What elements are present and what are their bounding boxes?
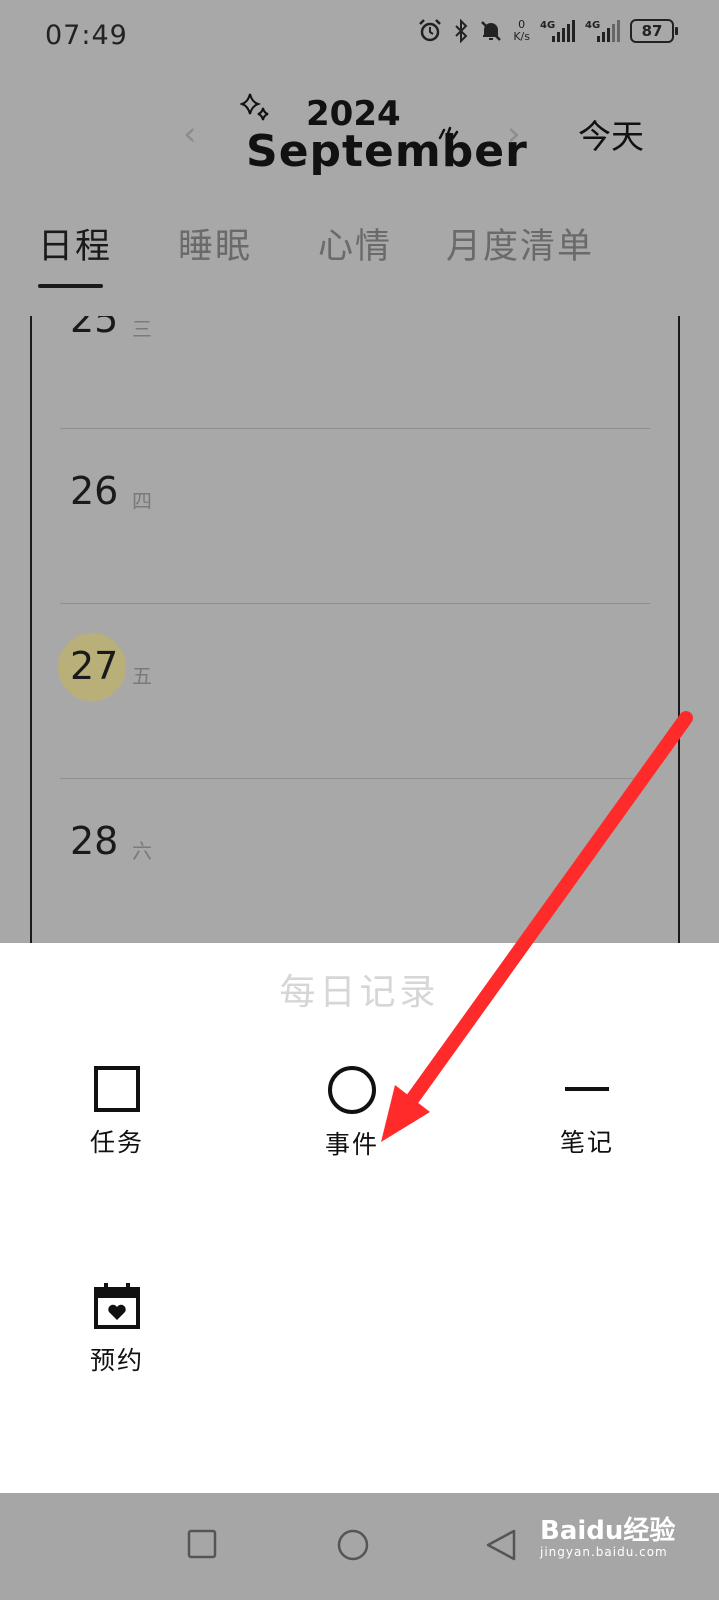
tab-sleep[interactable]: 睡眠 — [178, 218, 252, 269]
dash-icon — [565, 1087, 609, 1091]
day-weekday: 六 — [132, 839, 152, 863]
tab-schedule[interactable]: 日程 — [38, 218, 112, 269]
day-list[interactable]: 25 三 26 四 27 五 28 六 — [30, 316, 680, 966]
signal-2: 4G — [585, 20, 620, 42]
recents-square-icon[interactable] — [186, 1528, 218, 1560]
back-triangle-icon[interactable] — [484, 1528, 518, 1562]
day-row[interactable]: 26 四 — [60, 428, 650, 604]
watermark-brand: Baidu经验 — [540, 1516, 676, 1546]
appointment-label: 预约 — [89, 1346, 144, 1375]
day-number: 25 — [70, 316, 119, 341]
signal-2-type: 4G — [585, 20, 601, 31]
day-row[interactable]: 25 三 — [60, 316, 650, 428]
task-option[interactable]: 任务 — [57, 1065, 177, 1159]
status-bar: 07:49 0 K/s 4G 4G 87 — [0, 0, 719, 76]
doodle-lines-icon — [438, 126, 459, 140]
task-label: 任务 — [89, 1128, 144, 1157]
calendar-heart-icon — [94, 1283, 140, 1329]
note-label: 笔记 — [559, 1128, 614, 1157]
day-weekday: 四 — [132, 489, 152, 513]
day-number: 26 — [70, 469, 119, 513]
baidu-watermark: Baidu经验 jingyan.baidu.com — [540, 1510, 675, 1559]
sheet-title: 每日记录 — [279, 972, 440, 1013]
signal-1-type: 4G — [540, 20, 556, 31]
tab-mood[interactable]: 心情 — [318, 218, 392, 269]
note-option[interactable]: 笔记 — [527, 1065, 647, 1159]
status-time: 07:49 — [45, 20, 128, 51]
mute-bell-icon — [481, 21, 502, 41]
month-header: ‹ 2024 September › 今天 — [0, 76, 719, 206]
day-number: 28 — [70, 819, 119, 863]
battery-indicator: 87 — [630, 19, 678, 43]
day-row-today[interactable]: 27 五 — [58, 603, 650, 779]
event-option[interactable]: 事件 — [292, 1065, 412, 1161]
day-weekday: 三 — [132, 317, 152, 341]
status-icons: 0 K/s 4G 4G 87 — [417, 18, 678, 44]
alarm-icon — [419, 19, 442, 42]
active-tab-indicator — [38, 284, 103, 288]
event-label: 事件 — [324, 1130, 379, 1159]
tab-bar: 日程 睡眠 心情 月度清单 — [0, 206, 719, 290]
day-row[interactable]: 28 六 — [60, 778, 650, 954]
appointment-option[interactable]: 预约 — [57, 1281, 177, 1377]
chevron-right-icon[interactable]: › — [507, 114, 521, 154]
calendar-screen: 07:49 0 K/s 4G 4G 87 ‹ 2024 September › … — [0, 0, 719, 966]
tab-monthly-list[interactable]: 月度清单 — [446, 218, 594, 269]
today-button[interactable]: 今天 — [578, 110, 644, 158]
circle-icon — [328, 1066, 376, 1114]
bluetooth-icon — [455, 19, 468, 43]
header-month: September — [246, 126, 528, 177]
home-circle-icon[interactable] — [336, 1528, 370, 1562]
chevron-left-icon[interactable]: ‹ — [183, 114, 197, 154]
day-weekday: 五 — [132, 664, 152, 688]
sparkle-icon — [240, 93, 269, 121]
network-speed: 0 K/s — [513, 19, 530, 43]
net-speed-unit: K/s — [513, 30, 530, 43]
daily-record-sheet: 每日记录 任务 事件 笔记 预约 — [0, 943, 719, 1493]
watermark-url: jingyan.baidu.com — [540, 1545, 668, 1559]
day-number: 27 — [70, 644, 119, 688]
signal-1: 4G — [540, 20, 575, 42]
square-icon — [94, 1066, 140, 1112]
